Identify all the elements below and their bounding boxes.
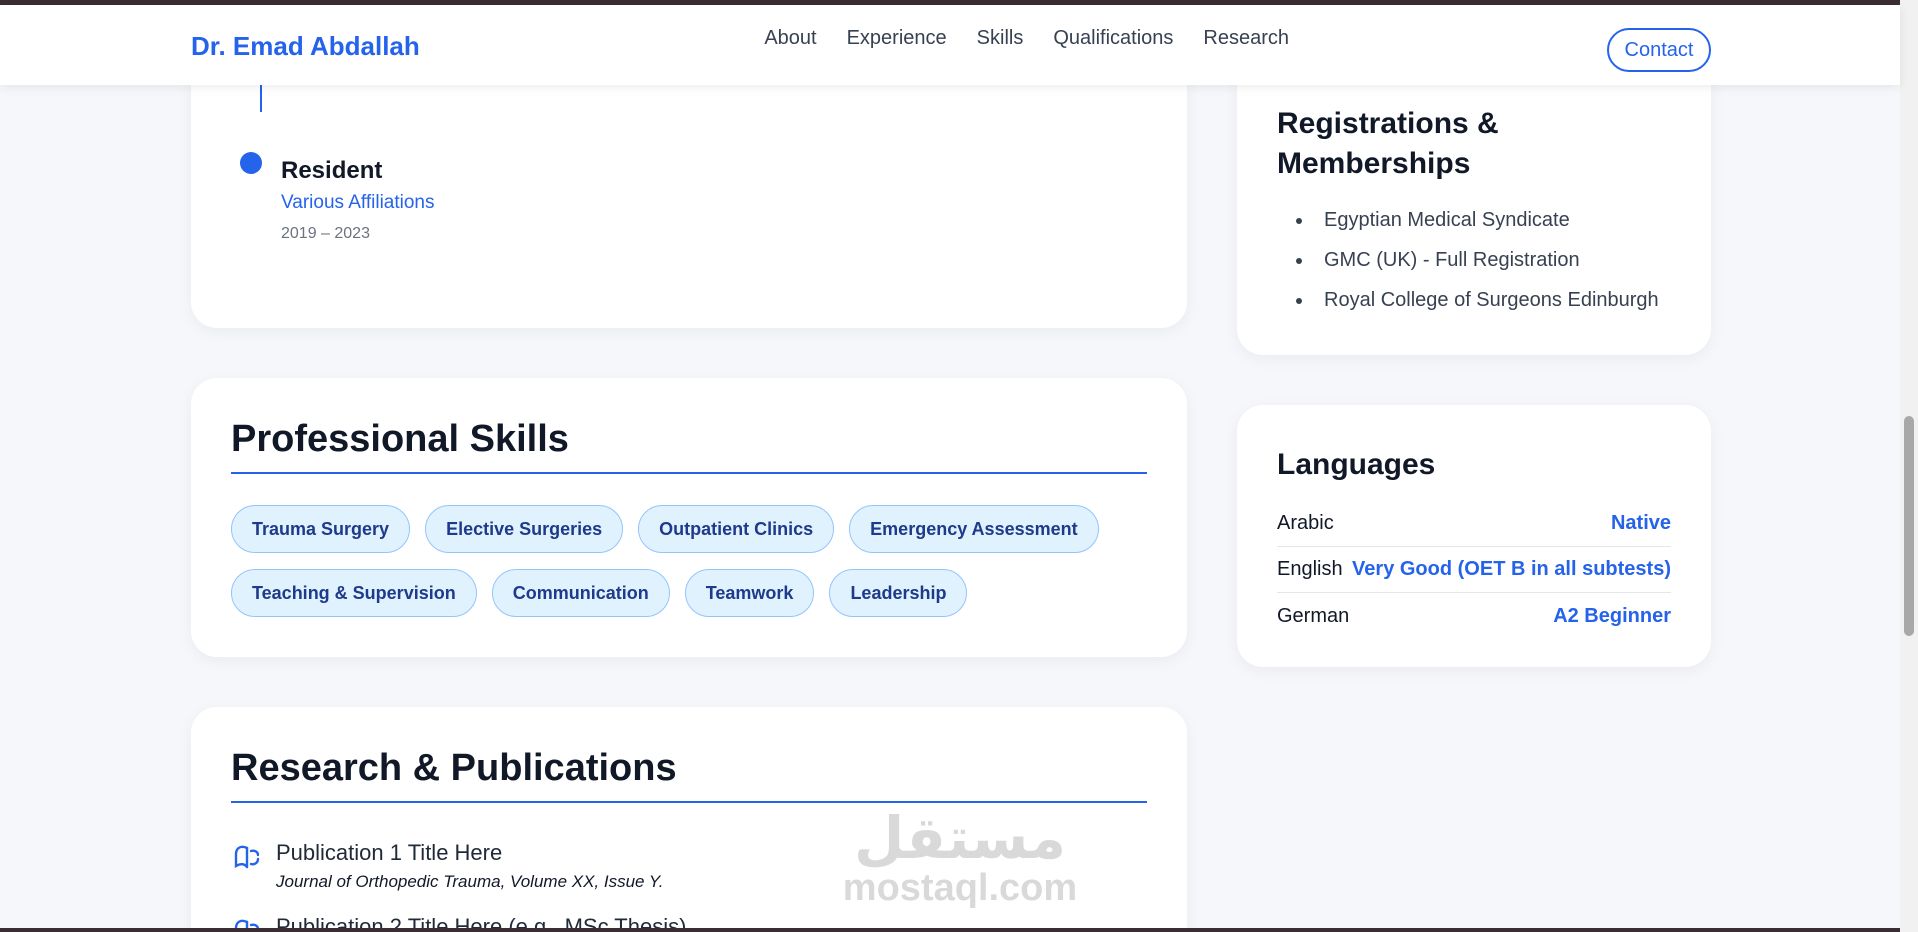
watermark-latin: mostaql.com: [842, 867, 1078, 909]
skills-chip-list: Trauma Surgery Elective Surgeries Outpat…: [231, 505, 1151, 633]
registrations-list: Egyptian Medical Syndicate GMC (UK) - Fu…: [1296, 205, 1659, 325]
skills-title-rule: [231, 472, 1147, 474]
language-name: English: [1277, 558, 1343, 580]
language-name: Arabic: [1277, 512, 1334, 534]
language-level: Very Good (OET B in all subtests): [1352, 558, 1671, 580]
research-title-rule: [231, 801, 1147, 803]
skill-chip-trauma-surgery: Trauma Surgery: [231, 505, 411, 553]
nav-link-skills[interactable]: Skills: [977, 27, 1024, 50]
job-title: Resident: [281, 157, 383, 184]
skills-chip-row: Teaching & Supervision Communication Tea…: [231, 569, 1151, 617]
languages-title: Languages: [1277, 448, 1436, 481]
research-title: Research & Publications: [231, 747, 677, 789]
brand-logo[interactable]: Dr. Emad Abdallah: [191, 31, 420, 62]
language-level: Native: [1610, 512, 1671, 534]
language-row: Arabic Native: [1277, 501, 1671, 547]
watermark-arabic: مستقل: [853, 804, 1067, 872]
skill-chip-elective-surgeries: Elective Surgeries: [425, 505, 624, 553]
publication-icon: [234, 845, 260, 869]
language-name: German: [1277, 604, 1350, 627]
nav-link-experience[interactable]: Experience: [847, 27, 947, 50]
registrations-title-line: Memberships: [1277, 147, 1471, 180]
publication-title: Publication 1 Title Here: [276, 840, 503, 865]
registrations-title: Registrations & Memberships: [1277, 104, 1499, 184]
mostaql-watermark: مستقل mostaql.com: [840, 808, 1080, 908]
skill-chip-communication: Communication: [491, 569, 670, 617]
window-bottom-edge: [0, 928, 1900, 932]
scrollbar-thumb[interactable]: [1904, 416, 1914, 636]
skills-chip-row: Trauma Surgery Elective Surgeries Outpat…: [231, 505, 1151, 553]
language-row: English Very Good (OET B in all subtests…: [1277, 547, 1671, 593]
nav-link-qualifications[interactable]: Qualifications: [1053, 27, 1173, 50]
publication-journal: Journal of Orthopedic Trauma, Volume XX,…: [276, 872, 664, 891]
job-dates: 2019 – 2023: [281, 225, 370, 242]
timeline-dot: [240, 152, 262, 174]
skill-chip-teaching-supervision: Teaching & Supervision: [231, 569, 477, 617]
list-item: Royal College of Surgeons Edinburgh: [1296, 285, 1659, 325]
nav-link-about[interactable]: About: [764, 27, 816, 50]
navbar: Dr. Emad Abdallah About Experience Skill…: [0, 5, 1900, 85]
registrations-title-line: Registrations &: [1277, 107, 1499, 140]
skill-chip-teamwork: Teamwork: [684, 569, 815, 617]
skill-chip-outpatient-clinics: Outpatient Clinics: [638, 505, 835, 553]
skills-title: Professional Skills: [231, 418, 569, 460]
list-item: Egyptian Medical Syndicate: [1296, 205, 1659, 245]
language-row: German A2 Beginner: [1277, 593, 1671, 639]
job-organization: Various Affiliations: [281, 192, 435, 213]
skill-chip-leadership: Leadership: [829, 569, 968, 617]
language-level: A2 Beginner: [1553, 604, 1671, 627]
list-item: GMC (UK) - Full Registration: [1296, 245, 1659, 285]
skill-chip-emergency-assessment: Emergency Assessment: [849, 505, 1099, 553]
contact-button[interactable]: Contact: [1607, 28, 1711, 72]
main-nav: About Experience Skills Qualifications R…: [734, 27, 1289, 50]
languages-list: Arabic Native English Very Good (OET B i…: [1277, 501, 1671, 639]
nav-link-research[interactable]: Research: [1203, 27, 1289, 50]
